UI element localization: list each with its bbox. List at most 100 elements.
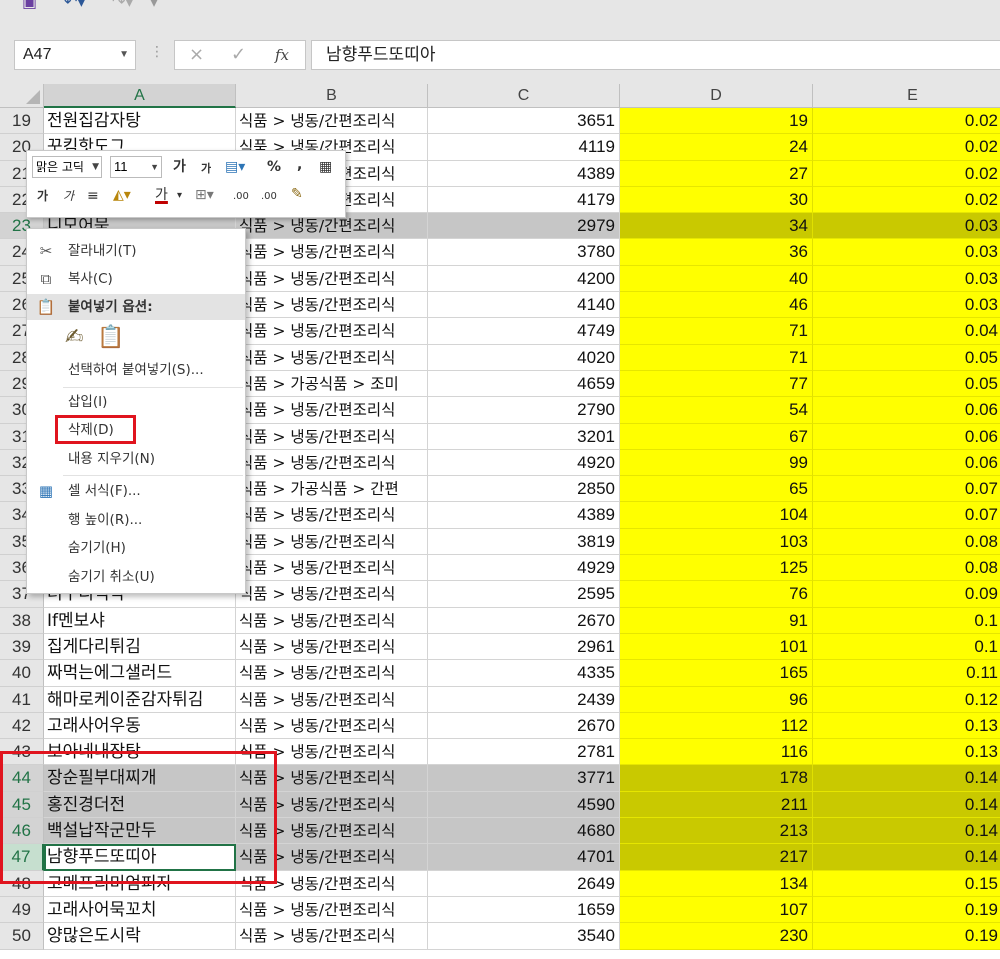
customize-toolbar-icon[interactable]: ▾	[150, 0, 158, 10]
cell-e[interactable]: 0.13	[813, 712, 1000, 740]
cell-b[interactable]: 식품 > 냉동/간편조리식	[236, 739, 428, 766]
menu-item-paste-special[interactable]: 선택하여 붙여넣기(S)...	[27, 357, 245, 383]
cell-c[interactable]: 4140	[428, 292, 620, 319]
column-header-e[interactable]: E	[813, 84, 1000, 108]
name-box[interactable]: A47 ▼	[14, 40, 136, 70]
cell-d[interactable]: 36	[620, 239, 813, 266]
cell-b[interactable]: 식품 > 냉동/간편조리식	[236, 528, 428, 556]
row-header[interactable]: 45	[0, 791, 44, 819]
comma-icon[interactable]: ,	[297, 156, 302, 174]
cell-c[interactable]: 4200	[428, 265, 620, 293]
cell-a[interactable]: 고래사어우동	[44, 712, 236, 740]
borders-icon[interactable]: ⊞▾	[195, 186, 214, 204]
menu-item-format-cells[interactable]: ▦ 셀 서식(F)...	[27, 478, 245, 504]
cell-e[interactable]: 0.08	[813, 528, 1000, 556]
cell-a[interactable]: 남향푸드또띠아	[44, 844, 236, 871]
cell-e[interactable]: 0.19	[813, 923, 1000, 950]
column-header-d[interactable]: D	[620, 84, 813, 108]
decrease-decimal-icon[interactable]: .00	[261, 188, 277, 206]
cell-d[interactable]: 19	[620, 108, 813, 135]
cell-c[interactable]: 3540	[428, 923, 620, 950]
cell-e[interactable]: 0.13	[813, 739, 1000, 766]
cell-d[interactable]: 40	[620, 265, 813, 293]
select-all-corner[interactable]	[0, 84, 44, 108]
paste-icon[interactable]: 📋	[97, 325, 124, 351]
cell-c[interactable]: 4119	[428, 134, 620, 161]
cell-b[interactable]: 식품 > 냉동/간편조리식	[236, 633, 428, 661]
menu-item-delete[interactable]: 삭제(D)	[27, 417, 245, 443]
row-header[interactable]: 48	[0, 870, 44, 897]
cell-d[interactable]: 67	[620, 423, 813, 450]
cell-b[interactable]: 식품 > 냉동/간편조리식	[236, 449, 428, 477]
name-box-dropdown-icon[interactable]: ▼	[119, 41, 129, 69]
cell-b[interactable]: 식품 > 냉동/간편조리식	[236, 791, 428, 819]
cell-c[interactable]: 4749	[428, 318, 620, 345]
cell-e[interactable]: 0.11	[813, 660, 1000, 687]
cell-b[interactable]: 식품 > 가공식품 > 조미	[236, 370, 428, 398]
cell-e[interactable]: 0.03	[813, 239, 1000, 266]
menu-item-copy[interactable]: ⧉ 복사(C)	[27, 266, 245, 292]
cell-c[interactable]: 3771	[428, 765, 620, 792]
menu-item-unhide[interactable]: 숨기기 취소(U)	[27, 564, 245, 590]
cell-b[interactable]: 식품 > 냉동/간편조리식	[236, 265, 428, 293]
row-header[interactable]: 42	[0, 712, 44, 740]
cell-b[interactable]: 식품 > 냉동/간편조리식	[236, 660, 428, 687]
cell-e[interactable]: 0.02	[813, 108, 1000, 135]
row-header[interactable]: 49	[0, 896, 44, 924]
cell-d[interactable]: 165	[620, 660, 813, 687]
cancel-icon[interactable]: ×	[189, 44, 204, 65]
cell-e[interactable]: 0.12	[813, 686, 1000, 713]
cell-c[interactable]: 2670	[428, 607, 620, 634]
cell-e[interactable]: 0.14	[813, 791, 1000, 819]
cell-e[interactable]: 0.09	[813, 581, 1000, 608]
cell-d[interactable]: 217	[620, 844, 813, 871]
cell-b[interactable]: 식품 > 냉동/간편조리식	[236, 397, 428, 424]
cell-b[interactable]: 식품 > 냉동/간편조리식	[236, 344, 428, 371]
cell-b[interactable]: 식품 > 냉동/간편조리식	[236, 896, 428, 924]
column-header-c[interactable]: C	[428, 84, 620, 108]
row-header[interactable]: 19	[0, 108, 44, 135]
cell-c[interactable]: 1659	[428, 896, 620, 924]
cell-d[interactable]: 30	[620, 186, 813, 214]
cell-d[interactable]: 211	[620, 791, 813, 819]
row-header[interactable]: 44	[0, 765, 44, 792]
format-table-icon[interactable]: ▦	[319, 158, 332, 176]
cell-c[interactable]: 4920	[428, 449, 620, 477]
cell-c[interactable]: 2790	[428, 397, 620, 424]
cell-c[interactable]: 2961	[428, 633, 620, 661]
cell-a[interactable]: 양많은도시락	[44, 923, 236, 950]
cell-e[interactable]: 0.08	[813, 555, 1000, 582]
cell-a[interactable]: 집게다리튀김	[44, 633, 236, 661]
cell-c[interactable]: 4020	[428, 344, 620, 371]
cell-e[interactable]: 0.1	[813, 633, 1000, 661]
cell-d[interactable]: 91	[620, 607, 813, 634]
grow-font-icon[interactable]: 가	[173, 158, 186, 176]
cell-b[interactable]: 식품 > 냉동/간편조리식	[236, 581, 428, 608]
cell-e[interactable]: 0.04	[813, 318, 1000, 345]
row-header[interactable]: 38	[0, 607, 44, 634]
redo-icon[interactable]: ↷▾	[112, 0, 133, 10]
column-header-b[interactable]: B	[236, 84, 428, 108]
row-header[interactable]: 40	[0, 660, 44, 687]
cell-c[interactable]: 4179	[428, 186, 620, 214]
format-painter-icon[interactable]: ✎	[291, 185, 303, 203]
cell-e[interactable]: 0.02	[813, 134, 1000, 161]
cell-a[interactable]: 고메프리미엄피자	[44, 870, 236, 897]
cell-d[interactable]: 46	[620, 292, 813, 319]
cell-e[interactable]: 0.1	[813, 607, 1000, 634]
cell-b[interactable]: 식품 > 냉동/간편조리식	[236, 686, 428, 713]
cell-b[interactable]: 식품 > 냉동/간편조리식	[236, 818, 428, 845]
cell-d[interactable]: 134	[620, 870, 813, 897]
cell-d[interactable]: 54	[620, 397, 813, 424]
cell-a[interactable]: 전원집감자탕	[44, 108, 236, 135]
menu-item-cut[interactable]: ✂ 잘라내기(T)	[27, 238, 245, 264]
save-icon[interactable]: ▣	[22, 0, 37, 10]
cell-a[interactable]: 해마로케이준감자튀김	[44, 686, 236, 713]
cell-d[interactable]: 178	[620, 765, 813, 792]
cell-e[interactable]: 0.06	[813, 423, 1000, 450]
menu-item-row-height[interactable]: 행 높이(R)...	[27, 507, 245, 533]
cell-b[interactable]: 식품 > 냉동/간편조리식	[236, 502, 428, 529]
cell-d[interactable]: 77	[620, 370, 813, 398]
cell-e[interactable]: 0.02	[813, 160, 1000, 187]
cell-d[interactable]: 101	[620, 633, 813, 661]
